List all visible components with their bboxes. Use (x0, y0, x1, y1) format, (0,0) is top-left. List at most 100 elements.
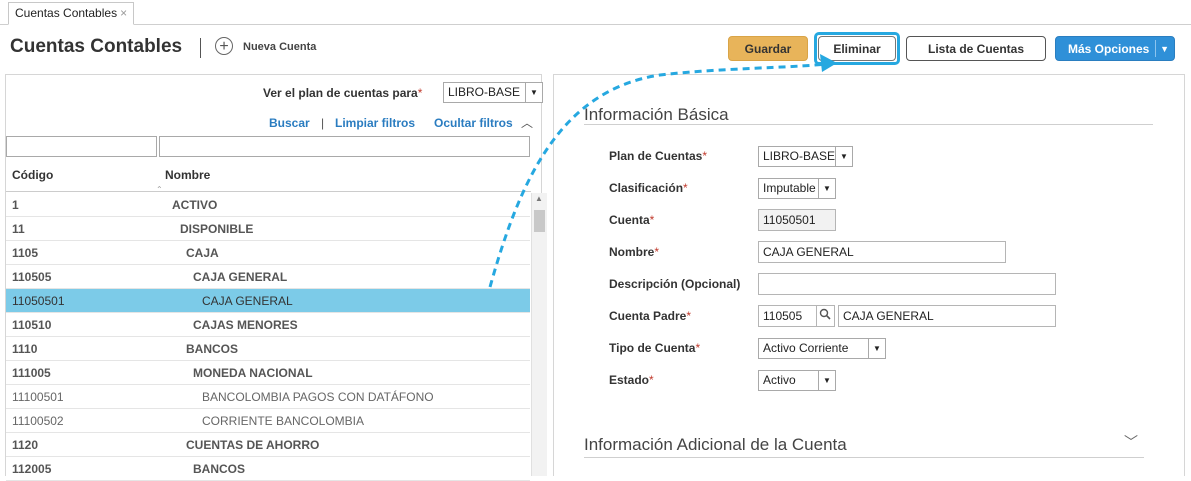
more-options-label: Más Opciones (1068, 42, 1150, 56)
table-row[interactable]: 110505 CAJA GENERAL (6, 265, 530, 289)
tab-bar (0, 0, 1191, 25)
row-name: BANCOLOMBIA PAGOS CON DATÁFONO (202, 390, 434, 404)
plan-field-dropdown[interactable]: LIBRO-BASE ▼ (758, 146, 853, 167)
classification-text: Clasificación (609, 181, 684, 195)
description-input[interactable] (758, 273, 1056, 295)
chevron-down-icon[interactable]: ﹀ (1124, 432, 1138, 452)
caret-down-icon[interactable]: ▼ (1160, 37, 1169, 62)
plus-circle-icon[interactable]: + (215, 37, 233, 55)
required-mark: * (417, 86, 423, 100)
link-separator: | (321, 116, 325, 130)
table-row[interactable]: 1 ACTIVO (6, 193, 530, 217)
save-button[interactable]: Guardar (728, 36, 808, 61)
account-code-field: 11050501 (758, 209, 836, 231)
delete-button[interactable]: Eliminar (818, 36, 896, 61)
table-row[interactable]: 11 DISPONIBLE (6, 217, 530, 241)
chevron-up-icon[interactable]: ︿ (521, 114, 533, 131)
split-divider (1155, 40, 1156, 57)
scroll-thumb[interactable] (534, 210, 545, 232)
name-text: Nombre (609, 245, 655, 259)
tab-label: Cuentas Contables (15, 6, 118, 20)
row-code: 111005 (12, 366, 51, 380)
plan-selector-dropdown[interactable]: LIBRO-BASE ▼ (443, 82, 543, 103)
dropdown-arrow-icon[interactable]: ▼ (525, 83, 542, 102)
column-header-name[interactable]: Nombre (165, 168, 210, 182)
account-type-dropdown[interactable]: Activo Corriente ▼ (758, 338, 886, 359)
row-code: 11100501 (12, 390, 64, 404)
basic-info-divider (584, 124, 1153, 125)
name-filter-input[interactable] (159, 136, 530, 157)
dropdown-arrow-icon[interactable]: ▼ (835, 147, 852, 166)
table-row[interactable]: 11100502 CORRIENTE BANCOLOMBIA (6, 409, 530, 433)
table-row[interactable]: 110510 CAJAS MENORES (6, 313, 530, 337)
new-account-button[interactable]: Nueva Cuenta (243, 41, 316, 53)
table-row[interactable]: 112005 BANCOS (6, 457, 530, 481)
status-text: Estado (609, 373, 650, 387)
row-name: CAJA GENERAL (202, 294, 293, 308)
required-mark: * (695, 341, 701, 355)
table-row-selected[interactable]: 11050501 CAJA GENERAL (6, 289, 530, 313)
table-row[interactable]: 1110 BANCOS (6, 337, 530, 361)
plan-field-value: LIBRO-BASE (763, 149, 836, 163)
row-name: CAJAS MENORES (193, 318, 298, 332)
clear-filters-link[interactable]: Limpiar filtros (335, 116, 415, 130)
tab-cuentas-contables[interactable]: Cuentas Contables × (8, 2, 135, 25)
classification-label: Clasificación* (609, 181, 688, 195)
dropdown-arrow-icon[interactable]: ▼ (868, 339, 885, 358)
dropdown-arrow-icon[interactable]: ▼ (818, 179, 835, 198)
row-code: 1110 (12, 342, 38, 356)
header-divider (200, 38, 201, 58)
table-row[interactable]: 1120 CUENTAS DE AHORRO (6, 433, 530, 457)
row-code: 1105 (12, 246, 39, 260)
basic-info-title: Información Básica (584, 105, 729, 124)
plan-selector-text: Ver el plan de cuentas para (263, 86, 418, 100)
plan-selector-label: Ver el plan de cuentas para* (263, 86, 422, 100)
hide-filters-link[interactable]: Ocultar filtros (434, 116, 513, 130)
parent-account-name-field: CAJA GENERAL (838, 305, 1056, 327)
row-code: 11100502 (12, 414, 64, 428)
account-type-text: Tipo de Cuenta (609, 341, 696, 355)
parent-account-code-input[interactable]: 110505 (758, 305, 817, 327)
column-header-code[interactable]: Código (12, 168, 53, 182)
row-name: CORRIENTE BANCOLOMBIA (202, 414, 365, 428)
dropdown-arrow-icon[interactable]: ▼ (818, 371, 835, 390)
scroll-up-icon[interactable]: ▲ (535, 194, 543, 203)
row-code: 11050501 (12, 294, 65, 308)
required-mark: * (649, 213, 655, 227)
row-code: 112005 (12, 462, 52, 476)
name-input[interactable]: CAJA GENERAL (758, 241, 1006, 263)
row-code: 110505 (12, 270, 52, 284)
plan-field-text: Plan de Cuentas (609, 149, 703, 163)
close-icon[interactable]: × (120, 6, 127, 20)
table-row[interactable]: 1105 CAJA (6, 241, 530, 265)
classification-dropdown[interactable]: Imputable ▼ (758, 178, 836, 199)
classification-value: Imputable (763, 181, 816, 195)
account-type-value: Activo Corriente (763, 341, 849, 355)
account-list-button[interactable]: Lista de Cuentas (906, 36, 1046, 61)
status-value: Activo (763, 373, 796, 387)
name-label: Nombre* (609, 245, 659, 259)
additional-info-title[interactable]: Información Adicional de la Cuenta (584, 435, 847, 455)
row-name: ACTIVO (172, 198, 218, 212)
row-name: CAJA GENERAL (193, 270, 288, 284)
magnifier-glyph (819, 308, 831, 320)
table-scrollbar[interactable]: ▲ (531, 193, 547, 476)
required-mark: * (683, 181, 688, 195)
code-filter-input[interactable] (6, 136, 157, 157)
row-name: BANCOS (193, 462, 246, 476)
status-label: Estado* (609, 373, 654, 387)
plan-selector-value: LIBRO-BASE (448, 85, 521, 99)
page-title: Cuentas Contables (10, 36, 183, 57)
row-name: MONEDA NACIONAL (193, 366, 313, 380)
table-row[interactable]: 111005 MONEDA NACIONAL (6, 361, 530, 385)
row-code: 11 (12, 222, 25, 236)
account-label: Cuenta* (609, 213, 654, 227)
status-dropdown[interactable]: Activo ▼ (758, 370, 836, 391)
search-icon[interactable] (816, 305, 835, 327)
more-options-button[interactable]: Más Opciones ▼ (1055, 36, 1175, 61)
search-link[interactable]: Buscar (269, 116, 310, 130)
additional-info-divider (584, 457, 1144, 458)
required-mark: * (654, 245, 660, 259)
parent-account-label: Cuenta Padre* (609, 309, 691, 323)
table-row[interactable]: 11100501 BANCOLOMBIA PAGOS CON DATÁFONO (6, 385, 530, 409)
